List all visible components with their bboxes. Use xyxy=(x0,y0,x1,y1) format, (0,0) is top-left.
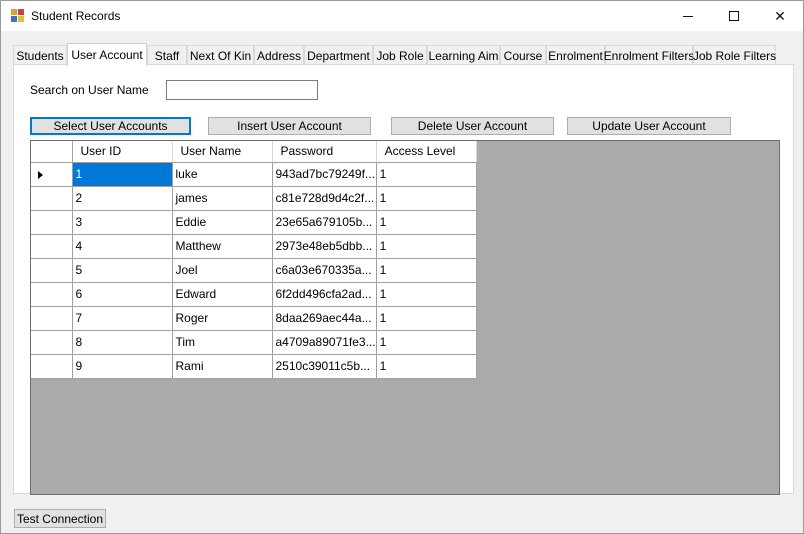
cell-access-level[interactable]: 1 xyxy=(376,354,477,379)
cell-password[interactable]: c81e728d9d4c2f... xyxy=(272,186,377,211)
cell-user-name[interactable]: Eddie xyxy=(172,210,273,235)
cell-access-level[interactable]: 1 xyxy=(376,186,477,211)
close-icon: ✕ xyxy=(774,7,786,24)
row-header[interactable] xyxy=(31,282,73,307)
maximize-button[interactable] xyxy=(711,1,757,31)
title-bar[interactable]: Student Records ✕ xyxy=(1,1,803,31)
grid-table: User ID User Name Password Access Level … xyxy=(31,141,477,379)
row-header[interactable] xyxy=(31,210,73,235)
cell-access-level[interactable]: 1 xyxy=(376,210,477,235)
tab-staff[interactable]: Staff xyxy=(147,45,187,65)
tab-learning-aim[interactable]: Learning Aim xyxy=(427,45,500,65)
tab-course[interactable]: Course xyxy=(500,45,546,65)
tab-students[interactable]: Students xyxy=(13,45,67,65)
cell-user-id[interactable]: 7 xyxy=(72,306,173,331)
cell-password[interactable]: 2973e48eb5dbb... xyxy=(272,234,377,259)
minimize-icon xyxy=(683,15,693,17)
app-icon xyxy=(11,9,25,23)
column-header-password[interactable]: Password xyxy=(272,141,377,163)
insert-user-account-button[interactable]: Insert User Account xyxy=(208,117,371,135)
tab-next-of-kin[interactable]: Next Of Kin xyxy=(187,45,254,65)
table-row[interactable]: 5 Joel c6a03e670335a... 1 xyxy=(31,258,477,283)
app-window: Student Records ✕ Students User Account … xyxy=(0,0,804,534)
cell-user-id[interactable]: 2 xyxy=(72,186,173,211)
table-row[interactable]: 8 Tim a4709a89071fe3... 1 xyxy=(31,330,477,355)
minimize-button[interactable] xyxy=(665,1,711,31)
search-label: Search on User Name xyxy=(30,83,149,97)
cell-access-level[interactable]: 1 xyxy=(376,330,477,355)
row-header[interactable] xyxy=(31,162,73,187)
cell-user-id[interactable]: 1 xyxy=(72,162,173,187)
select-user-accounts-button[interactable]: Select User Accounts xyxy=(30,117,191,135)
close-button[interactable]: ✕ xyxy=(757,1,803,31)
table-row[interactable]: 6 Edward 6f2dd496cfa2ad... 1 xyxy=(31,282,477,307)
cell-password[interactable]: a4709a89071fe3... xyxy=(272,330,377,355)
cell-user-name[interactable]: Matthew xyxy=(172,234,273,259)
cell-user-id[interactable]: 5 xyxy=(72,258,173,283)
cell-user-id[interactable]: 8 xyxy=(72,330,173,355)
column-header-user-name[interactable]: User Name xyxy=(172,141,273,163)
tab-enrolment-filters[interactable]: Enrolment Filters xyxy=(604,45,694,65)
tab-enrolment[interactable]: Enrolment xyxy=(546,45,605,65)
window-title: Student Records xyxy=(31,9,121,23)
table-row[interactable]: 4 Matthew 2973e48eb5dbb... 1 xyxy=(31,234,477,259)
cell-user-id[interactable]: 6 xyxy=(72,282,173,307)
row-header[interactable] xyxy=(31,234,73,259)
tab-user-account[interactable]: User Account xyxy=(67,43,147,66)
row-header[interactable] xyxy=(31,258,73,283)
current-row-arrow-icon xyxy=(38,170,43,179)
cell-access-level[interactable]: 1 xyxy=(376,234,477,259)
maximize-icon xyxy=(729,11,739,21)
test-connection-button[interactable]: Test Connection xyxy=(14,509,106,528)
cell-user-id[interactable]: 3 xyxy=(72,210,173,235)
cell-password[interactable]: 2510c39011c5b... xyxy=(272,354,377,379)
row-header[interactable] xyxy=(31,306,73,331)
column-header-access-level[interactable]: Access Level xyxy=(376,141,477,163)
cell-user-name[interactable]: luke xyxy=(172,162,273,187)
user-accounts-grid[interactable]: User ID User Name Password Access Level … xyxy=(30,140,780,495)
cell-user-name[interactable]: Joel xyxy=(172,258,273,283)
cell-user-name[interactable]: Roger xyxy=(172,306,273,331)
cell-password[interactable]: 6f2dd496cfa2ad... xyxy=(272,282,377,307)
delete-user-account-button[interactable]: Delete User Account xyxy=(391,117,554,135)
table-row[interactable]: 2 james c81e728d9d4c2f... 1 xyxy=(31,186,477,211)
update-user-account-button[interactable]: Update User Account xyxy=(567,117,731,135)
row-header[interactable] xyxy=(31,186,73,211)
cell-password[interactable]: 943ad7bc79249f... xyxy=(272,162,377,187)
cell-access-level[interactable]: 1 xyxy=(376,306,477,331)
cell-access-level[interactable]: 1 xyxy=(376,282,477,307)
cell-user-name[interactable]: Tim xyxy=(172,330,273,355)
cell-password[interactable]: c6a03e670335a... xyxy=(272,258,377,283)
table-row[interactable]: 7 Roger 8daa269aec44a... 1 xyxy=(31,306,477,331)
row-header[interactable] xyxy=(31,330,73,355)
tab-job-role[interactable]: Job Role xyxy=(373,45,427,65)
user-account-tab-page: Search on User Name Select User Accounts… xyxy=(13,64,794,495)
cell-user-id[interactable]: 9 xyxy=(72,354,173,379)
cell-user-name[interactable]: Rami xyxy=(172,354,273,379)
column-header-user-id[interactable]: User ID xyxy=(72,141,173,163)
search-username-input[interactable] xyxy=(166,80,318,100)
cell-access-level[interactable]: 1 xyxy=(376,258,477,283)
table-row[interactable]: 1 luke 943ad7bc79249f... 1 xyxy=(31,162,477,187)
cell-user-name[interactable]: Edward xyxy=(172,282,273,307)
table-row[interactable]: 9 Rami 2510c39011c5b... 1 xyxy=(31,354,477,379)
cell-password[interactable]: 23e65a679105b... xyxy=(272,210,377,235)
cell-user-id[interactable]: 4 xyxy=(72,234,173,259)
tab-job-role-filters[interactable]: Job Role Filters xyxy=(693,45,776,65)
grid-header-row: User ID User Name Password Access Level xyxy=(31,141,477,163)
cell-access-level[interactable]: 1 xyxy=(376,162,477,187)
table-row[interactable]: 3 Eddie 23e65a679105b... 1 xyxy=(31,210,477,235)
row-header[interactable] xyxy=(31,354,73,379)
cell-user-name[interactable]: james xyxy=(172,186,273,211)
grid-corner-header[interactable] xyxy=(31,141,73,163)
tab-department[interactable]: Department xyxy=(304,45,373,65)
cell-password[interactable]: 8daa269aec44a... xyxy=(272,306,377,331)
tab-address[interactable]: Address xyxy=(254,45,304,65)
